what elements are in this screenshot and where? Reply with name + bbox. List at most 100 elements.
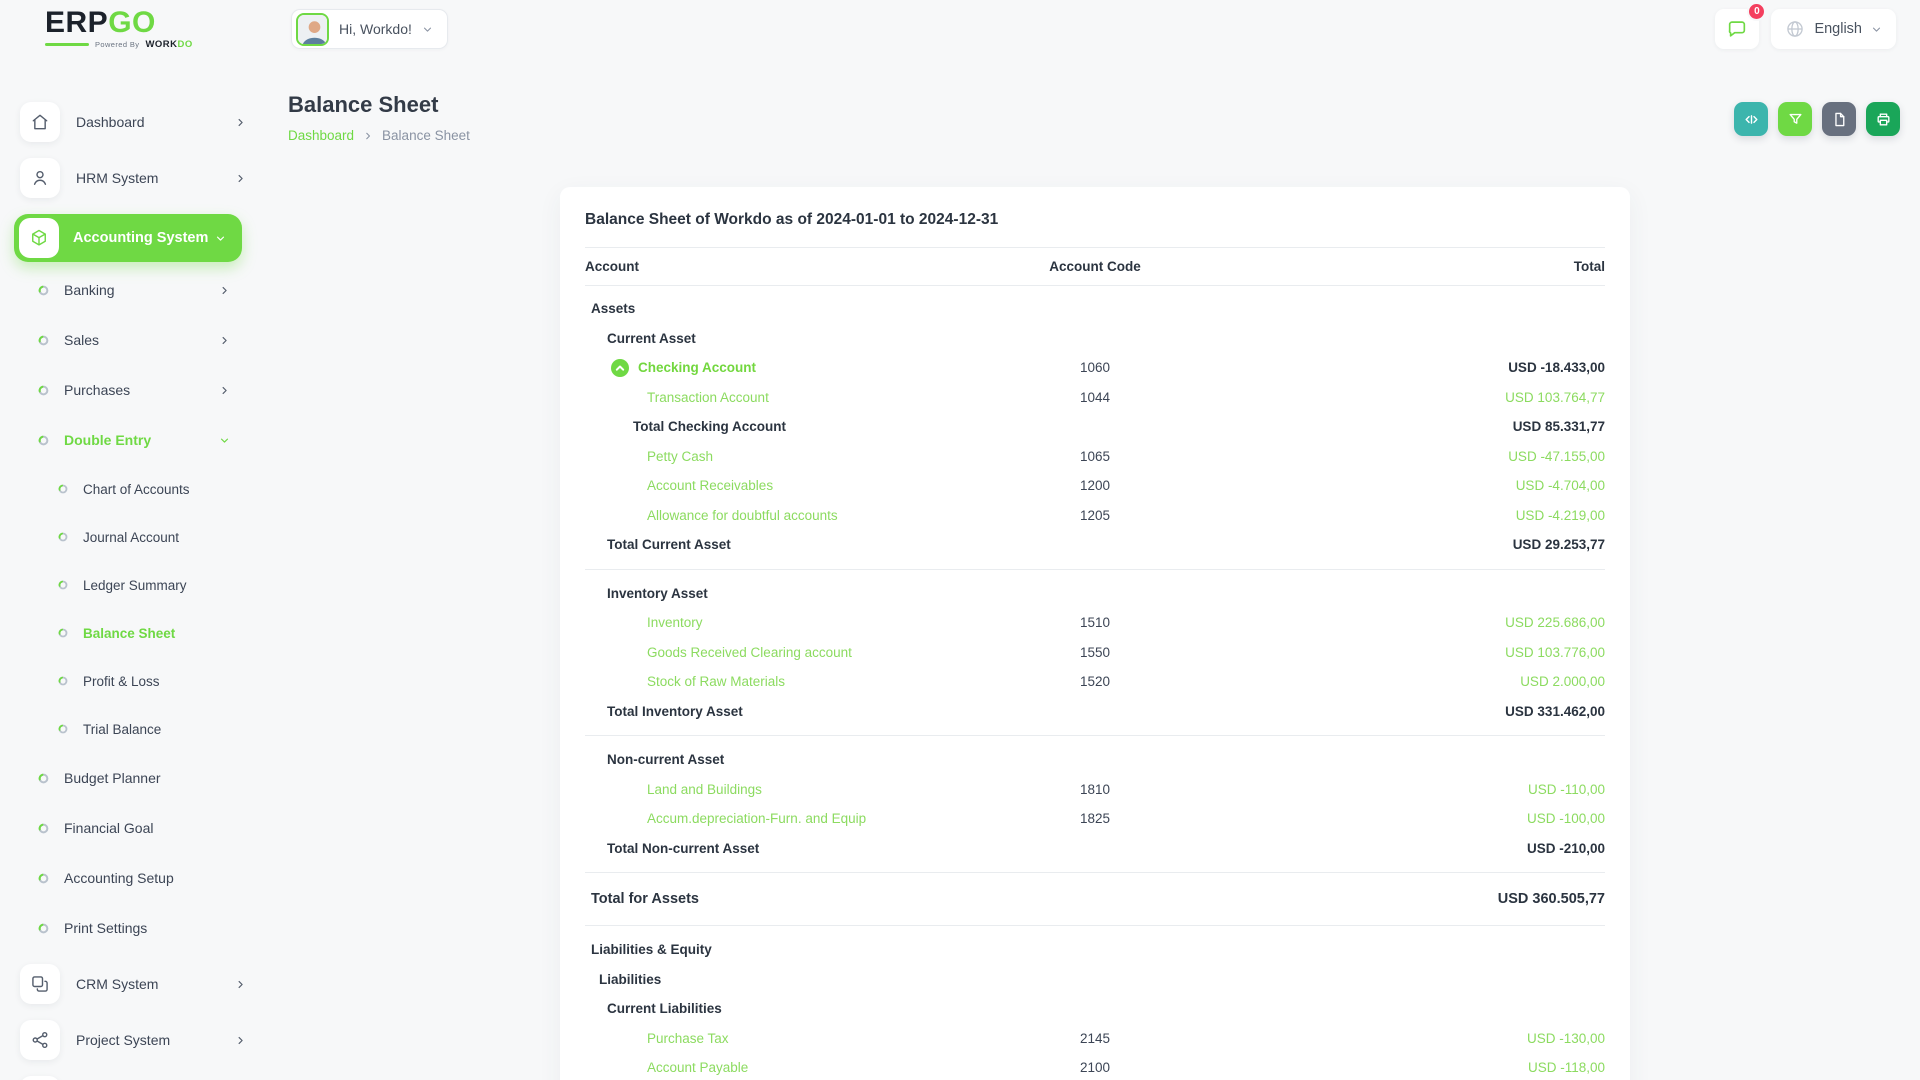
sidebar-item-crm-system[interactable]: CRM System bbox=[20, 964, 246, 1004]
account-name-link[interactable]: Transaction Account bbox=[585, 390, 985, 405]
account-total: USD 225.686,00 bbox=[1505, 615, 1605, 631]
account-name-link[interactable]: Account Payable bbox=[585, 1060, 985, 1075]
chevron-right-icon bbox=[235, 117, 246, 128]
page-title: Balance Sheet bbox=[288, 92, 439, 117]
donut-icon bbox=[38, 823, 49, 834]
sidebar-item-journal-account[interactable]: Journal Account bbox=[0, 524, 246, 550]
row-label: Total for Assets bbox=[585, 891, 985, 907]
account-name-link[interactable]: Petty Cash bbox=[585, 449, 985, 464]
logo-text: ERPGO bbox=[45, 6, 156, 39]
collapse-toggle-icon[interactable] bbox=[611, 358, 629, 377]
chevron-down-icon bbox=[421, 23, 433, 35]
printer-button[interactable] bbox=[1866, 102, 1900, 136]
sidebar-item-chart-of-accounts[interactable]: Chart of Accounts bbox=[0, 476, 246, 502]
donut-icon bbox=[38, 773, 49, 784]
chevron-down-icon bbox=[215, 233, 226, 244]
sidebar-item-print-settings[interactable]: Print Settings bbox=[0, 914, 246, 942]
user-menu[interactable]: Hi, Workdo! bbox=[291, 9, 448, 49]
account-code: 1510 bbox=[1079, 615, 1111, 631]
logo-tagline: Powered By WORKDO bbox=[45, 39, 193, 50]
balance-sheet-card: Balance Sheet of Workdo as of 2024-01-01… bbox=[560, 187, 1630, 1080]
account-name-link[interactable]: Allowance for doubtful accounts bbox=[585, 508, 985, 523]
account-row-purchase-tax: Purchase Tax 2145 USD -130,00 bbox=[585, 1024, 1605, 1054]
top-header: ERPGO Powered By WORKDO Hi, Workdo! 0 En… bbox=[0, 0, 1920, 58]
logo-underline bbox=[45, 43, 89, 46]
messages-button[interactable]: 0 bbox=[1715, 2, 1767, 49]
sidebar-item-project-system[interactable]: Project System bbox=[20, 1020, 246, 1060]
sidebar-item-ledger-summary[interactable]: Ledger Summary bbox=[0, 572, 246, 598]
account-name-link[interactable]: Inventory bbox=[585, 615, 985, 630]
account-row-goods-received-clearing-account: Goods Received Clearing account 1550 USD 1… bbox=[585, 638, 1605, 668]
account-name-text: Checking Account bbox=[638, 360, 757, 376]
sidebar-item-banking[interactable]: Banking bbox=[0, 276, 246, 304]
account-name-link[interactable]: Account Receivables bbox=[585, 478, 985, 493]
filter-button[interactable] bbox=[1778, 102, 1812, 136]
code-button[interactable] bbox=[1734, 102, 1768, 136]
row-label: Non-current Asset bbox=[585, 752, 985, 767]
account-name-link[interactable]: Goods Received Clearing account bbox=[585, 645, 985, 660]
account-code: 1065 bbox=[1079, 448, 1111, 464]
sidebar-item-label: CRM System bbox=[76, 976, 159, 992]
row-label: Total Current Asset bbox=[585, 537, 985, 552]
sidebar-item-trial-balance[interactable]: Trial Balance bbox=[0, 716, 246, 742]
donut-icon bbox=[58, 580, 68, 590]
sidebar-item-double-entry[interactable]: Double Entry bbox=[0, 426, 246, 454]
filter-icon bbox=[1787, 111, 1804, 128]
globe-icon bbox=[1785, 19, 1805, 39]
sidebar-item-balance-sheet[interactable]: Balance Sheet bbox=[0, 620, 246, 646]
sidebar-item-purchases[interactable]: Purchases bbox=[0, 376, 246, 404]
account-code: 2100 bbox=[1079, 1060, 1111, 1076]
account-code: 1550 bbox=[1079, 644, 1111, 660]
account-name-link[interactable]: Accum.depreciation-Furn. and Equip bbox=[585, 811, 985, 826]
chevron-down-icon bbox=[1871, 24, 1882, 35]
sidebar-item-accounting-system[interactable]: Accounting System bbox=[14, 214, 242, 262]
account-name-text: Assets bbox=[591, 301, 636, 317]
row-assets: Assets bbox=[585, 294, 1605, 324]
row-label: Liabilities & Equity bbox=[585, 942, 985, 957]
account-row-checking-account: Checking Account 1060 USD -18.433,00 bbox=[585, 353, 1605, 383]
sidebar-item-sales[interactable]: Sales bbox=[0, 326, 246, 354]
account-name-text: Total Inventory Asset bbox=[607, 703, 743, 719]
sidebar-item-label: Sales bbox=[64, 332, 100, 348]
sidebar-item-profit-loss[interactable]: Profit & Loss bbox=[0, 668, 246, 694]
language-selector[interactable]: English bbox=[1771, 9, 1896, 49]
sidebar-item-hrm-system[interactable]: HRM System bbox=[20, 158, 246, 198]
account-name-text: Allowance for doubtful accounts bbox=[647, 507, 838, 523]
account-name-link[interactable]: Land and Buildings bbox=[585, 782, 985, 797]
account-name-link[interactable]: Checking Account bbox=[585, 358, 985, 377]
account-total: USD -47.155,00 bbox=[1508, 448, 1605, 464]
app-logo[interactable]: ERPGO Powered By WORKDO bbox=[45, 8, 193, 50]
sidebar-item-label: Journal Account bbox=[83, 529, 180, 545]
chevron-right-icon bbox=[235, 979, 246, 990]
account-row-accum-depreciation-furn-and-equip: Accum.depreciation-Furn. and Equip 1825 US… bbox=[585, 804, 1605, 834]
donut-icon bbox=[38, 873, 49, 884]
account-row-allowance-for-doubtful-accounts: Allowance for doubtful accounts 1205 USD -… bbox=[585, 501, 1605, 531]
sidebar-item-financial-goal[interactable]: Financial Goal bbox=[0, 814, 246, 842]
sidebar-item-accounting-setup[interactable]: Accounting Setup bbox=[0, 864, 246, 892]
sidebar-item-label: Chart of Accounts bbox=[83, 481, 190, 497]
account-name-text: Accum.depreciation-Furn. and Equip bbox=[647, 811, 867, 827]
file-export-button[interactable] bbox=[1822, 102, 1856, 136]
account-name-link[interactable]: Purchase Tax bbox=[585, 1031, 985, 1046]
sidebar-item-budget-planner[interactable]: Budget Planner bbox=[0, 764, 246, 792]
notification-badge: 0 bbox=[1747, 2, 1767, 21]
chevron-right-icon bbox=[363, 131, 373, 141]
chevron-right-icon bbox=[219, 385, 230, 396]
sidebar-item-label: Double Entry bbox=[64, 432, 152, 448]
account-row-stock-of-raw-materials: Stock of Raw Materials 1520 USD 2.000,00 bbox=[585, 667, 1605, 697]
row-total-inventory-asset: Total Inventory Asset USD 331.462,00 bbox=[585, 697, 1605, 727]
column-header-account-code: Account Code bbox=[1049, 259, 1141, 274]
donut-icon bbox=[38, 435, 49, 446]
account-name-text: Current Liabilities bbox=[607, 1001, 722, 1017]
sidebar-item-dashboard[interactable]: Dashboard bbox=[20, 102, 246, 142]
sidebar-item-label: Trial Balance bbox=[83, 721, 162, 737]
account-code: 2145 bbox=[1079, 1030, 1111, 1046]
sidebar-item-user-management[interactable]: User Management bbox=[20, 1076, 246, 1080]
chevron-right-icon bbox=[219, 285, 230, 296]
breadcrumb-home-link[interactable]: Dashboard bbox=[288, 128, 354, 143]
sidebar-item-label: Budget Planner bbox=[64, 770, 161, 786]
account-name-link[interactable]: Stock of Raw Materials bbox=[585, 674, 985, 689]
section-divider bbox=[585, 872, 1605, 873]
account-total: USD -210,00 bbox=[1526, 840, 1605, 856]
account-total: USD -118,00 bbox=[1527, 1060, 1605, 1076]
